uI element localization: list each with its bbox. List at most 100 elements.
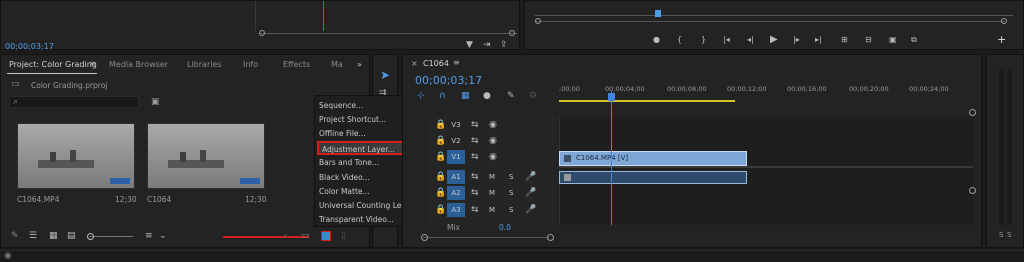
mute-toggle[interactable]: M (489, 173, 495, 181)
meter-solo-left[interactable]: S (999, 231, 1003, 239)
new-bin-icon[interactable]: ▣ (151, 98, 160, 107)
lift-icon[interactable]: ⊞ (841, 35, 848, 44)
sequence-thumbnail[interactable] (147, 123, 265, 189)
tab-info[interactable]: Info (243, 60, 258, 69)
timeline-scroll-handle-right[interactable] (547, 234, 554, 241)
eye-icon[interactable]: ◉ (489, 121, 497, 130)
video-audio-divider[interactable] (559, 166, 973, 168)
captions-icon[interactable]: ▦ (461, 92, 470, 101)
list-view-icon[interactable]: ☰ (29, 232, 37, 241)
new-folder-icon[interactable]: ▭ (301, 232, 310, 241)
menu-item-black-video[interactable]: Black Video... (319, 173, 370, 182)
settings-icon[interactable]: ⚙ (529, 92, 537, 101)
search-input[interactable]: ⌕ (9, 96, 139, 108)
track-a1-label[interactable]: A1 (449, 173, 463, 181)
lock-icon[interactable]: 🔒 (435, 137, 446, 146)
status-icon[interactable]: ◉ (4, 252, 12, 261)
menu-item-project-shortcut[interactable]: Project Shortcut... (319, 115, 386, 124)
extract-icon[interactable]: ⊟ (865, 35, 872, 44)
solo-toggle[interactable]: S (509, 206, 513, 214)
add-button[interactable]: + (997, 33, 1006, 46)
tab-menu-icon[interactable]: ≡ (89, 59, 96, 68)
tab-markers[interactable]: Ma (331, 60, 343, 69)
sort-icon[interactable]: ≡ (145, 232, 153, 241)
track-a3-label[interactable]: A3 (449, 206, 463, 214)
mark-out-icon[interactable]: } (701, 35, 706, 44)
sync-lock-icon[interactable]: ⇆ (471, 173, 479, 182)
work-area-bar[interactable] (559, 100, 735, 102)
sync-lock-icon[interactable]: ⇆ (471, 137, 479, 146)
program-playhead[interactable] (655, 10, 661, 17)
source-scroll-handle-left[interactable] (259, 30, 265, 36)
playhead-handle[interactable] (608, 93, 615, 101)
wrench-icon[interactable]: ✎ (507, 92, 515, 101)
sync-lock-icon[interactable]: ⇆ (471, 153, 479, 162)
solo-toggle[interactable]: S (509, 189, 513, 197)
close-icon[interactable]: × (411, 59, 418, 68)
source-scrub-bar[interactable] (259, 33, 517, 34)
sequence-tab-menu-icon[interactable]: ≡ (453, 58, 460, 67)
sync-lock-icon[interactable]: ⇆ (471, 206, 479, 215)
clip-thumbnail[interactable] (17, 123, 135, 189)
panel-overflow-icon[interactable]: » (357, 60, 362, 69)
sync-lock-icon[interactable]: ⇆ (471, 189, 479, 198)
lock-icon[interactable]: 🔒 (435, 121, 446, 130)
track-a2-label[interactable]: A2 (449, 189, 463, 197)
export-icon[interactable]: ⇪ (500, 41, 508, 50)
filter-icon[interactable]: ▼ (466, 41, 473, 50)
trash-icon[interactable]: ▯ (341, 232, 346, 241)
pencil-icon[interactable]: ✎ (11, 232, 19, 241)
compare-icon[interactable]: ⧉ (911, 35, 917, 45)
camera-icon[interactable]: ▣ (889, 35, 897, 44)
playhead-line[interactable] (611, 91, 612, 225)
menu-item-color-matte[interactable]: Color Matte... (319, 187, 370, 196)
selection-tool-icon[interactable]: ➤ (377, 67, 393, 83)
find-icon[interactable]: ⌕ (283, 232, 288, 241)
track-v1-label[interactable]: V1 (449, 153, 463, 161)
video-clip[interactable]: C1064.MP4 [V] (559, 151, 747, 166)
program-scroll-bar[interactable] (535, 21, 1005, 22)
lock-icon[interactable]: 🔒 (435, 206, 446, 215)
timeline-scroll-handle-left[interactable] (421, 234, 428, 241)
marker-icon[interactable]: ● (653, 35, 660, 44)
program-scroll-handle-left[interactable] (535, 18, 541, 24)
tab-libraries[interactable]: Libraries (187, 60, 222, 69)
zoom-slider[interactable] (89, 236, 133, 237)
tab-project[interactable]: Project: Color Grading (9, 60, 97, 69)
menu-item-sequence[interactable]: Sequence... (319, 101, 363, 110)
mark-in-icon[interactable]: { (677, 35, 682, 44)
eye-icon[interactable]: ◉ (489, 153, 497, 162)
tab-media-browser[interactable]: Media Browser (109, 60, 168, 69)
icon-view-icon[interactable]: ▦ (49, 232, 58, 241)
menu-item-bars-and-tone[interactable]: Bars and Tone... (319, 158, 379, 167)
step-forward-icon[interactable]: |▸ (793, 35, 800, 44)
sequence-tab[interactable]: C1064 (423, 59, 449, 68)
track-v2-label[interactable]: V2 (449, 137, 463, 145)
lane-scroll-handle-top[interactable] (969, 109, 976, 116)
go-to-out-icon[interactable]: ▸| (815, 35, 822, 44)
sort-dropdown-icon[interactable]: ⌄ (159, 232, 167, 241)
play-icon[interactable]: ▶ (770, 34, 778, 45)
freeform-view-icon[interactable]: ▤ (67, 232, 76, 241)
snap-icon[interactable]: ⊹ (417, 92, 425, 101)
menu-item-transparent-video[interactable]: Transparent Video... (319, 215, 394, 224)
program-scroll-handle-right[interactable] (1001, 18, 1007, 24)
lane-scroll-handle-right[interactable] (969, 187, 976, 194)
mute-toggle[interactable]: M (489, 189, 495, 197)
audio-clip[interactable] (559, 171, 747, 184)
lock-icon[interactable]: 🔒 (435, 173, 446, 182)
track-v3-label[interactable]: V3 (449, 121, 463, 129)
meter-solo-right[interactable]: S (1007, 231, 1011, 239)
menu-item-offline-file[interactable]: Offline File... (319, 129, 366, 138)
program-scrub-bar[interactable] (535, 15, 1013, 16)
add-marker-icon[interactable]: ● (483, 92, 491, 101)
eye-icon[interactable]: ◉ (489, 137, 497, 146)
microphone-icon[interactable]: 🎤 (525, 189, 536, 198)
source-scroll-handle-right[interactable] (509, 30, 515, 36)
go-to-in-icon[interactable]: |◂ (723, 35, 730, 44)
lock-icon[interactable]: 🔒 (435, 153, 446, 162)
tab-effects[interactable]: Effects (283, 60, 310, 69)
sync-lock-icon[interactable]: ⇆ (471, 121, 479, 130)
microphone-icon[interactable]: 🎤 (525, 173, 536, 182)
microphone-icon[interactable]: 🎤 (525, 206, 536, 215)
